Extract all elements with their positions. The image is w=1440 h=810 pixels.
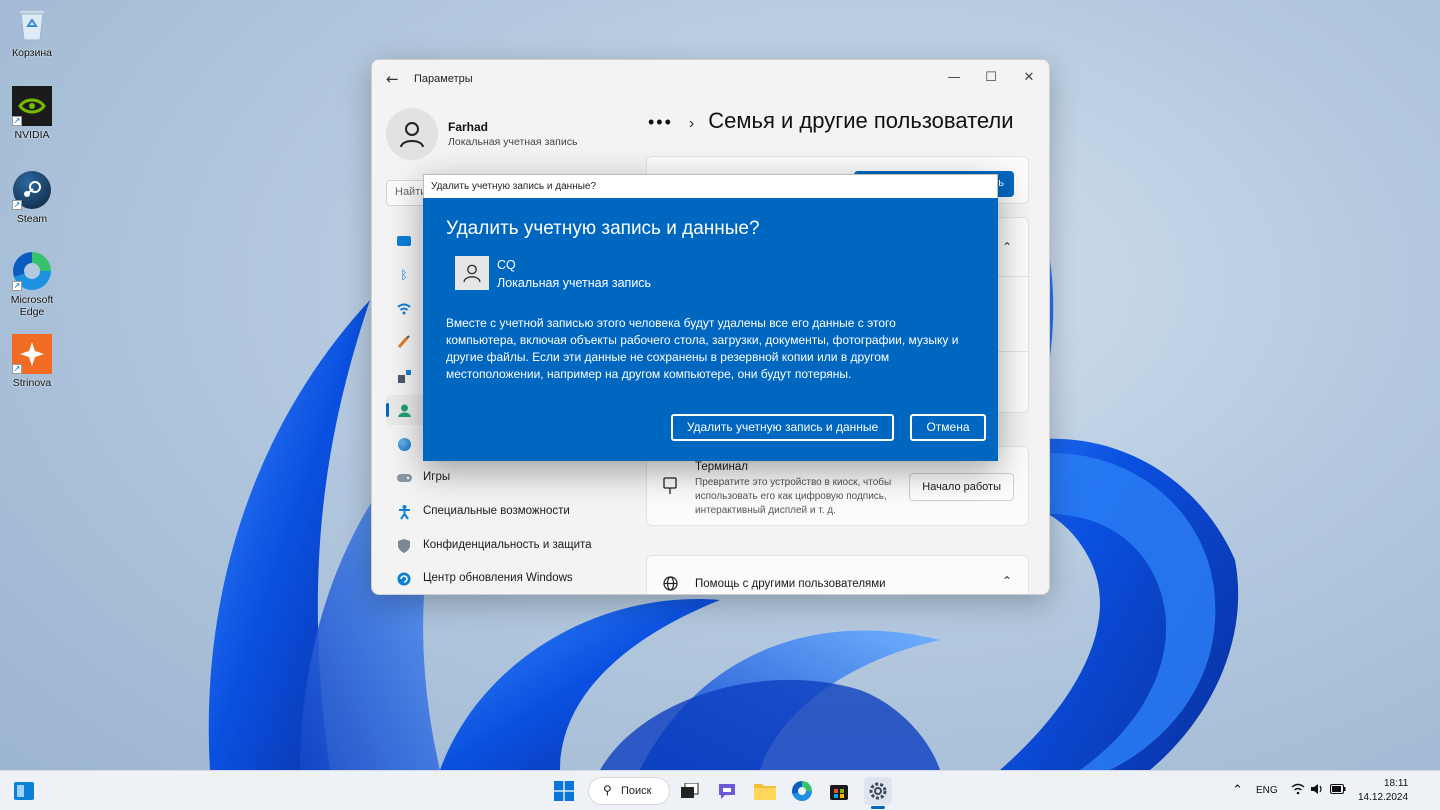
desktop-icon-label: Microsoft Edge xyxy=(10,294,54,318)
dialog-warning-text: Вместе с учетной записью этого человека … xyxy=(446,316,959,381)
desktop-icon-edge[interactable]: ↗ Microsoft Edge xyxy=(6,251,58,318)
bluetooth-icon: ᛒ xyxy=(400,268,408,282)
breadcrumb: ••• › Семья и другие пользователи xyxy=(648,108,1014,134)
edge-icon: ↗ xyxy=(12,251,52,291)
delete-account-dialog: Удалить учетную запись и данные? Удалить… xyxy=(423,174,998,461)
desktop-icon-label: NVIDIA xyxy=(14,129,50,141)
desktop-icon-label: Steam xyxy=(16,213,48,225)
nav-item-accessibility[interactable]: Специальные возможности xyxy=(386,497,626,527)
settings-title: Параметры xyxy=(414,73,473,85)
dialog-heading: Удалить учетную запись и данные? xyxy=(446,218,760,239)
taskbar-search-label: Поиск xyxy=(621,785,652,797)
kiosk-start-button[interactable]: Начало работы xyxy=(909,473,1014,501)
task-view-icon[interactable] xyxy=(678,779,702,803)
desktop-icon-label: Корзина xyxy=(12,47,52,59)
nvidia-icon: ↗ xyxy=(12,86,52,126)
network-icon xyxy=(396,301,412,317)
user-avatar-icon xyxy=(455,256,489,290)
chevron-right-icon: › xyxy=(688,115,695,132)
search-icon: ⚲ xyxy=(603,783,612,797)
desktop-icon-recycle-bin[interactable]: Корзина xyxy=(6,4,58,59)
close-icon[interactable]: ✕ xyxy=(1017,66,1041,90)
volume-icon[interactable] xyxy=(1310,783,1324,798)
clock-date[interactable]: 14.12.2024 xyxy=(1358,792,1408,803)
cancel-button[interactable]: Отмена xyxy=(910,414,986,441)
edge-taskbar-icon[interactable] xyxy=(790,779,814,803)
start-windows-icon[interactable] xyxy=(552,779,576,803)
strinova-icon: ↗ xyxy=(12,334,52,374)
taskbar: ⚲ Поиск ⌃ ENG 18:11 14.12.2024 xyxy=(0,770,1440,810)
nav-item-windows-update[interactable]: Центр обновления Windows xyxy=(386,564,626,594)
gaming-icon xyxy=(396,470,412,486)
page-title: Семья и другие пользователи xyxy=(708,108,1014,133)
dialog-body: Удалить учетную запись и данные? CQ Лока… xyxy=(423,198,998,461)
profile-account-type: Локальная учетная запись xyxy=(448,136,578,148)
desktop-icon-nvidia[interactable]: ↗ NVIDIA xyxy=(6,86,58,141)
dialog-titlebar: Удалить учетную запись и данные? xyxy=(423,174,998,198)
kiosk-title: Терминал xyxy=(695,461,748,473)
language-indicator[interactable]: ENG xyxy=(1256,785,1278,796)
system-icon xyxy=(396,233,412,249)
desktop-icon-steam[interactable]: ↗ Steam xyxy=(6,170,58,225)
profile-name: Farhad xyxy=(448,120,489,134)
chevron-up-icon[interactable]: ⌃ xyxy=(1002,240,1012,254)
file-explorer-icon[interactable] xyxy=(753,779,777,803)
kiosk-icon xyxy=(663,477,677,499)
chevron-up-icon[interactable]: ⌃ xyxy=(1002,574,1012,588)
user-profile[interactable]: Farhad Локальная учетная запись xyxy=(386,108,577,160)
nav-item-gaming[interactable]: Игры xyxy=(386,463,626,493)
clock-time[interactable]: 18:11 xyxy=(1384,778,1408,789)
globe-icon xyxy=(663,576,678,594)
settings-gear-icon[interactable] xyxy=(864,777,892,805)
accessibility-icon xyxy=(396,504,412,520)
nav-item-privacy[interactable]: Конфиденциальность и защита xyxy=(386,531,626,561)
steam-icon: ↗ xyxy=(12,170,52,210)
help-card[interactable]: Помощь с другими пользователями ⌃ xyxy=(646,555,1029,594)
user-icon xyxy=(400,122,424,148)
wifi-icon[interactable] xyxy=(1291,783,1305,798)
personalization-icon xyxy=(396,334,412,350)
minimize-icon[interactable]: — xyxy=(942,66,966,90)
accounts-icon xyxy=(396,402,412,418)
battery-icon[interactable] xyxy=(1330,784,1346,797)
recycle-bin-icon xyxy=(12,4,52,44)
kiosk-description: Превратите это устройство в киоск, чтобы… xyxy=(695,477,892,516)
apps-icon xyxy=(396,368,412,384)
taskbar-search[interactable]: ⚲ Поиск xyxy=(588,777,670,805)
running-indicator xyxy=(871,806,885,809)
widgets-icon[interactable] xyxy=(12,779,36,803)
time-language-icon xyxy=(396,436,412,452)
active-indicator xyxy=(386,403,389,417)
dialog-user-name: CQ xyxy=(497,258,516,272)
desktop-icon-strinova[interactable]: ↗ Strinova xyxy=(6,334,58,389)
settings-titlebar: ← Параметры — ☐ ✕ xyxy=(372,60,1049,98)
avatar xyxy=(386,108,438,160)
back-arrow-icon[interactable]: ← xyxy=(386,70,399,88)
store-icon[interactable] xyxy=(827,779,851,803)
delete-account-button[interactable]: Удалить учетную запись и данные xyxy=(671,414,894,441)
privacy-shield-icon xyxy=(396,538,412,554)
tray-chevron-up-icon[interactable]: ⌃ xyxy=(1232,782,1243,798)
teams-chat-icon[interactable] xyxy=(715,779,739,803)
desktop-icon-label: Strinova xyxy=(12,377,52,389)
windows-update-icon xyxy=(396,571,412,587)
help-title: Помощь с другими пользователями xyxy=(695,578,886,590)
maximize-icon[interactable]: ☐ xyxy=(979,66,1003,90)
breadcrumb-more-icon[interactable]: ••• xyxy=(648,112,673,132)
dialog-user-type: Локальная учетная запись xyxy=(497,276,652,290)
